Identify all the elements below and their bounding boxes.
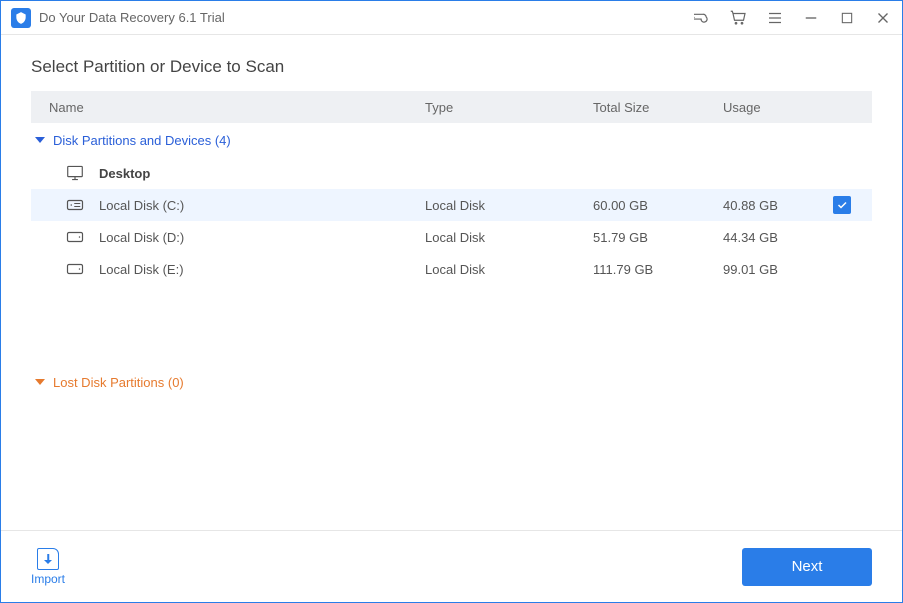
device-row[interactable]: Local Disk (C:) Local Disk60.00 GB40.88 G… xyxy=(31,189,872,221)
disk-icon xyxy=(63,261,87,277)
monitor-icon xyxy=(63,165,87,181)
cart-icon[interactable] xyxy=(730,9,748,27)
check-icon xyxy=(833,196,851,214)
device-row[interactable]: Desktop xyxy=(31,157,872,189)
import-label: Import xyxy=(31,572,65,586)
page-heading: Select Partition or Device to Scan xyxy=(31,57,872,77)
col-name: Name xyxy=(49,100,425,115)
col-type: Type xyxy=(425,100,593,115)
window-title: Do Your Data Recovery 6.1 Trial xyxy=(39,10,694,25)
device-usage: 44.34 GB xyxy=(723,230,833,245)
col-usage: Usage xyxy=(723,100,833,115)
group-label: Disk Partitions and Devices (4) xyxy=(53,133,231,148)
device-name: Local Disk (D:) xyxy=(99,230,184,245)
app-window: Do Your Data Recovery 6.1 Trial Select P… xyxy=(0,0,903,603)
app-logo-icon xyxy=(11,8,31,28)
device-size: 60.00 GB xyxy=(593,198,723,213)
chevron-down-icon xyxy=(35,137,45,143)
row-checkbox[interactable] xyxy=(833,196,863,214)
device-name: Local Disk (E:) xyxy=(99,262,184,277)
disk-system-icon xyxy=(63,197,87,213)
device-name: Local Disk (C:) xyxy=(99,198,184,213)
device-type: Local Disk xyxy=(425,262,593,277)
device-row[interactable]: Local Disk (E:) Local Disk111.79 GB99.01 … xyxy=(31,253,872,285)
device-usage: 99.01 GB xyxy=(723,262,833,277)
disk-icon xyxy=(63,229,87,245)
device-size: 111.79 GB xyxy=(593,262,723,277)
title-controls xyxy=(694,9,892,27)
key-icon[interactable] xyxy=(694,9,712,27)
main-content: Select Partition or Device to Scan Name … xyxy=(1,35,902,530)
device-size: 51.79 GB xyxy=(593,230,723,245)
device-name: Desktop xyxy=(99,166,150,181)
device-list: DesktopLocal Disk (C:)Local Disk60.00 GB… xyxy=(31,157,872,285)
group-lost-partitions[interactable]: Lost Disk Partitions (0) xyxy=(31,365,872,399)
table-header: Name Type Total Size Usage xyxy=(31,91,872,123)
device-type: Local Disk xyxy=(425,198,593,213)
next-button[interactable]: Next xyxy=(742,548,872,586)
device-row[interactable]: Local Disk (D:) Local Disk51.79 GB44.34 G… xyxy=(31,221,872,253)
import-button[interactable]: Import xyxy=(31,548,65,586)
menu-icon[interactable] xyxy=(766,9,784,27)
footer: Import Next xyxy=(1,530,902,602)
col-size: Total Size xyxy=(593,100,723,115)
device-usage: 40.88 GB xyxy=(723,198,833,213)
maximize-icon[interactable] xyxy=(838,9,856,27)
device-type: Local Disk xyxy=(425,230,593,245)
import-icon xyxy=(37,548,59,570)
group-disk-partitions[interactable]: Disk Partitions and Devices (4) xyxy=(31,123,872,157)
group-label: Lost Disk Partitions (0) xyxy=(53,375,184,390)
minimize-icon[interactable] xyxy=(802,9,820,27)
chevron-down-icon xyxy=(35,379,45,385)
titlebar: Do Your Data Recovery 6.1 Trial xyxy=(1,1,902,35)
close-icon[interactable] xyxy=(874,9,892,27)
